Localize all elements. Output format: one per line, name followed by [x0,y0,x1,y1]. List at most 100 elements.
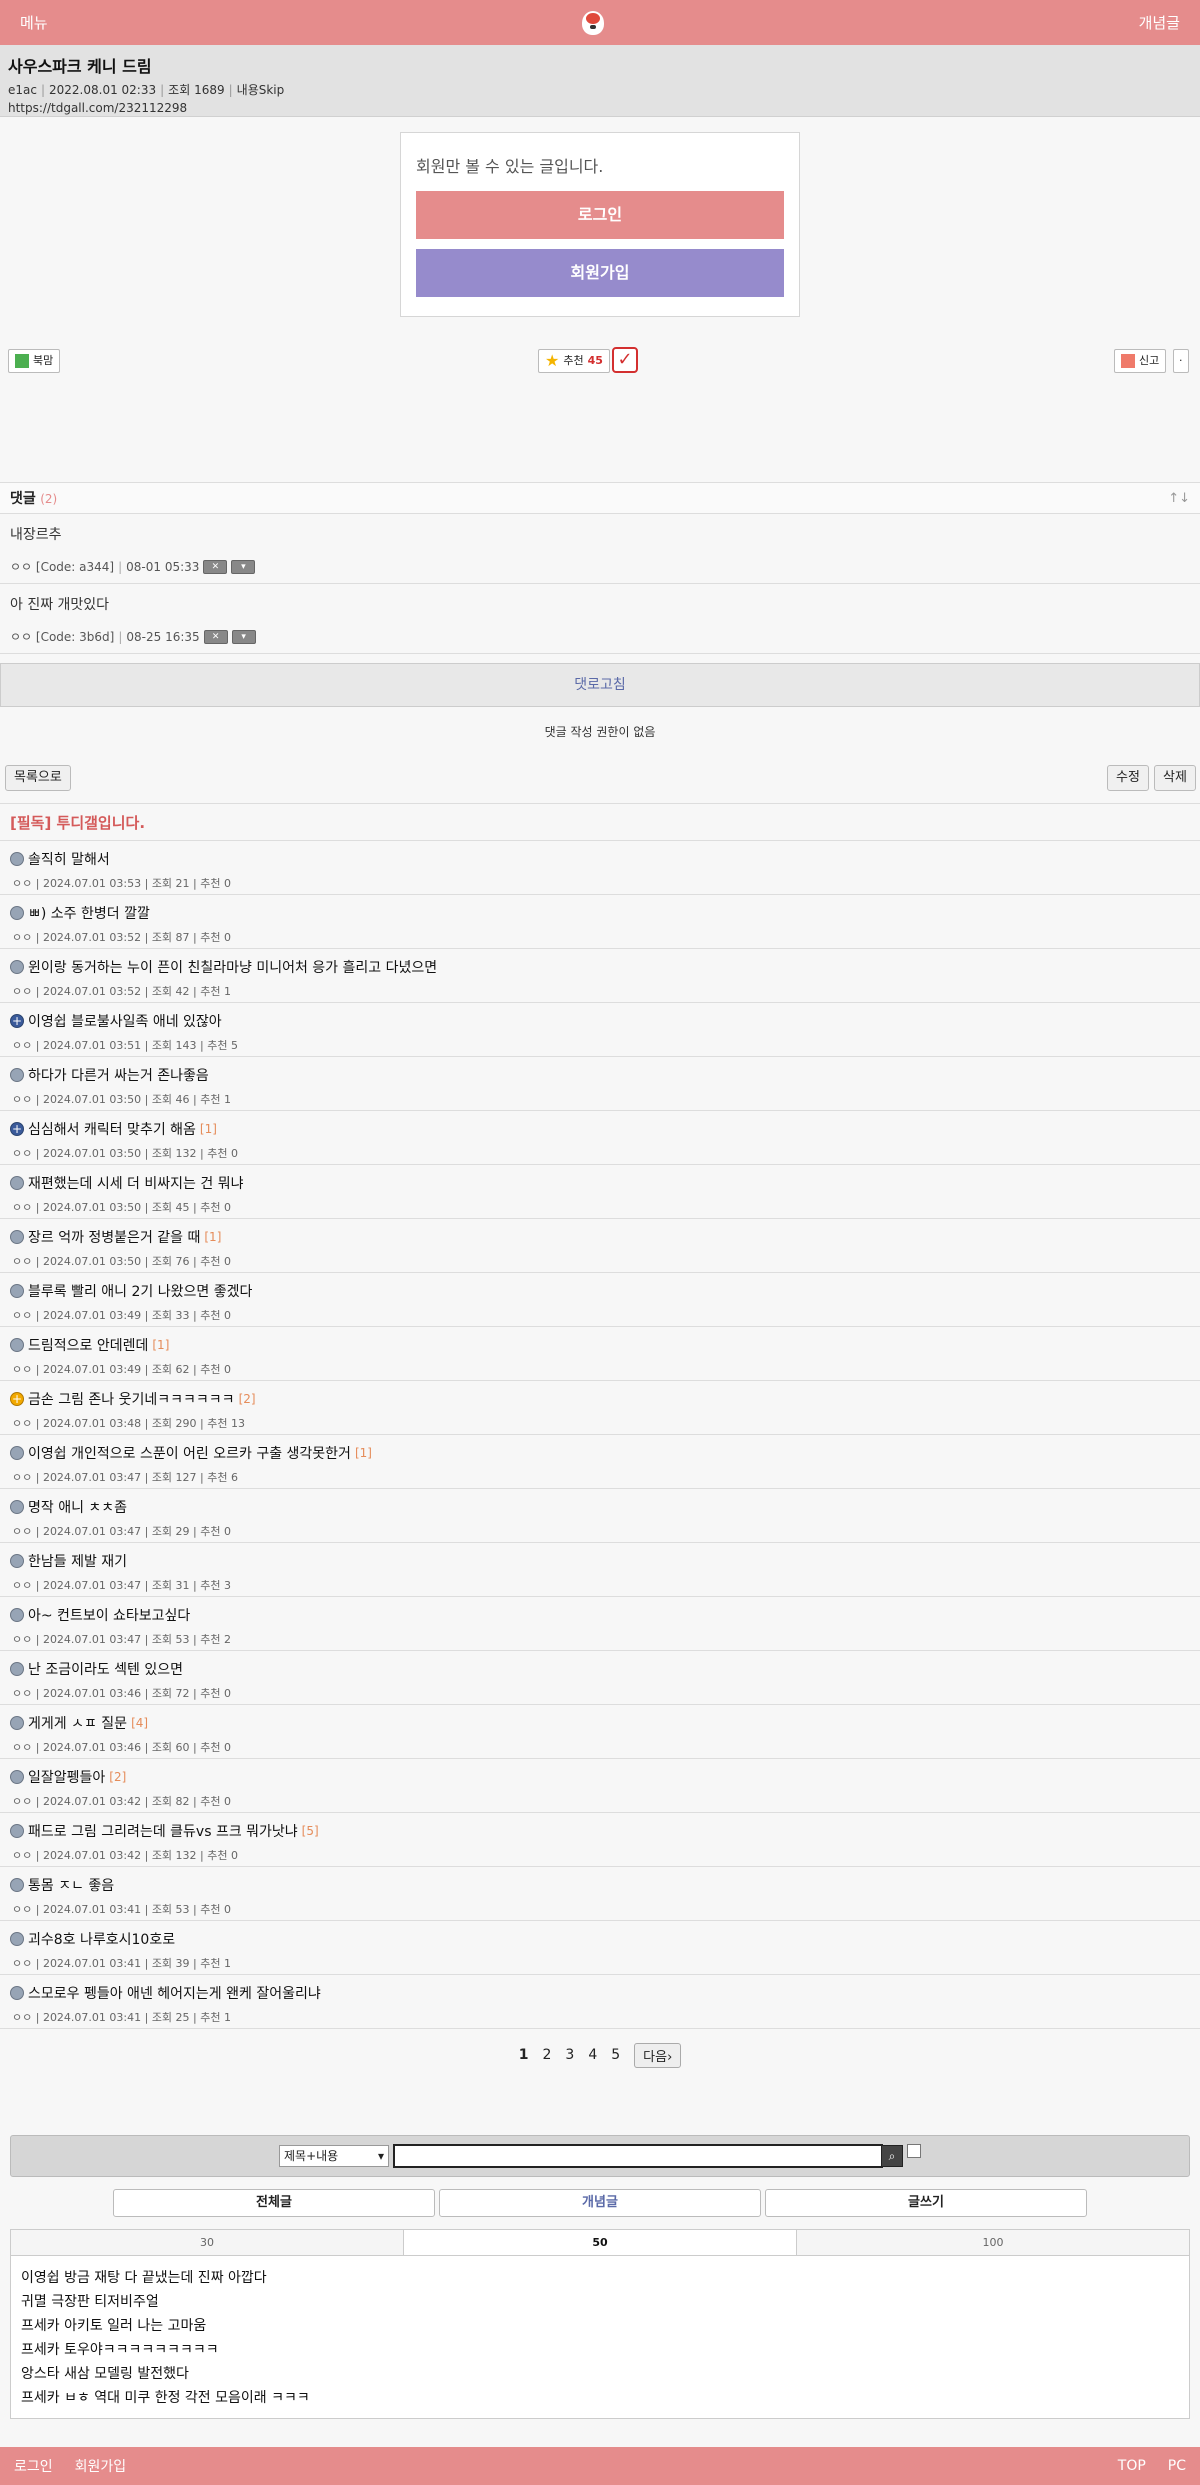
recent-item[interactable]: 앙스타 새삼 모델링 발전했다 [21,2362,1179,2386]
post-url[interactable]: https://tdgall.com/232112298 [8,99,1192,117]
search-type-select[interactable]: 제목+내용 ▾ [279,2145,389,2167]
recommend-button[interactable]: ★ 추천 45 [538,349,610,373]
post-row-title[interactable]: 스모로우 펭들아 애넨 헤어지는게 왠케 잘어울리냐 [28,1983,321,2003]
post-row[interactable]: 장르 억까 정병붙은거 같을 때 [1] ㅇㅇ | 2024.07.01 03:50… [0,1219,1200,1273]
more-button[interactable]: · [1173,349,1189,373]
post-row-title[interactable]: 패드로 그림 그리려는데 클듀vs 프크 뭐가낫냐 [28,1821,298,1841]
post-row[interactable]: 난 조금이라도 섹텐 있으면 ㅇㅇ | 2024.07.01 03:46 | 조회… [0,1651,1200,1705]
check-icon[interactable]: ✓ [612,347,638,373]
post-row-title[interactable]: 괴수8호 나루호시10호로 [28,1929,175,1949]
tab-best-posts[interactable]: 개념글 [439,2189,761,2217]
post-row-title[interactable]: 심심해서 캐릭터 맞추기 해옴 [28,1119,196,1139]
page-link[interactable]: 5 [611,2047,620,2063]
back-to-list-button[interactable]: 목록으로 [5,765,71,791]
post-row-title[interactable]: 이영쉽 블로불사일족 애네 있잖아 [28,1011,222,1031]
post-row-title[interactable]: 난 조금이라도 섹텐 있으면 [28,1659,183,1679]
scroll-top-link[interactable]: TOP [1118,2458,1146,2474]
post-row-meta: ㅇㅇ | 2024.07.01 03:47 | 조회 29 | 추천 0 [12,1525,231,1538]
post-title-line: 드림적으로 안데렌데 [1] [10,1335,1190,1355]
post-row-title[interactable]: 블루록 빨리 애니 2기 나왔으면 좋겠다 [28,1281,252,1301]
post-row[interactable]: 통몸 ㅈㄴ 좋음 ㅇㅇ | 2024.07.01 03:41 | 조회 53 | … [0,1867,1200,1921]
recent-tabs: 30 50 100 [11,2230,1189,2256]
delete-comment-icon[interactable]: ✕ [203,629,228,644]
recent-tab-50[interactable]: 50 [404,2230,797,2255]
post-row-title[interactable]: 장르 억까 정병붙은거 같을 때 [28,1227,200,1247]
page-link[interactable]: 3 [565,2047,574,2063]
post-row[interactable]: 드림적으로 안데렌데 [1] ㅇㅇ | 2024.07.01 03:49 | 조회 … [0,1327,1200,1381]
post-row[interactable]: + 금손 그림 존나 웃기네ㅋㅋㅋㅋㅋㅋ [2] ㅇㅇ | 2024.07.01 03… [0,1381,1200,1435]
post-row-title[interactable]: 아~ 컨트보이 쇼타보고싶다 [28,1605,190,1625]
page-link[interactable]: 4 [588,2047,597,2063]
post-row[interactable]: ㅃ) 소주 한병더 깔깔 ㅇㅇ | 2024.07.01 03:52 | 조회 8… [0,895,1200,949]
post-row-meta: ㅇㅇ | 2024.07.01 03:47 | 조회 127 | 추천 6 [12,1471,238,1484]
recent-tab-100[interactable]: 100 [797,2230,1189,2255]
post-row-title[interactable]: 통몸 ㅈㄴ 좋음 [28,1875,114,1895]
site-logo-icon[interactable] [582,10,605,35]
pc-version-link[interactable]: PC [1168,2458,1186,2474]
post-author[interactable]: e1ac [8,83,37,97]
edit-button[interactable]: 수정 [1107,765,1149,791]
recent-tab-30[interactable]: 30 [11,2230,404,2255]
best-posts-link[interactable]: 개념글 [1139,12,1180,33]
post-row-title[interactable]: 명작 애니 ㅊㅊ좀 [28,1497,127,1517]
bookmark-button[interactable]: 북맘 [8,349,61,373]
post-row-title[interactable]: 게게게 ㅅㅍ 질문 [28,1713,127,1733]
signup-button[interactable]: 회원가입 [416,249,784,297]
post-row-title[interactable]: 솔직히 말해서 [28,849,110,869]
menu-link[interactable]: 메뉴 [20,12,48,33]
post-row[interactable]: 아~ 컨트보이 쇼타보고싶다 ㅇㅇ | 2024.07.01 03:47 | 조회… [0,1597,1200,1651]
post-row[interactable]: 명작 애니 ㅊㅊ좀 ㅇㅇ | 2024.07.01 03:47 | 조회 29 |… [0,1489,1200,1543]
post-row[interactable]: 일잘알펭들아 [2] ㅇㅇ | 2024.07.01 03:42 | 조회 82 |… [0,1759,1200,1813]
post-row-title[interactable]: 이영쉽 개인적으로 스푼이 어린 오르카 구출 생각못한거 [28,1443,351,1463]
report-button[interactable]: 신고 [1114,349,1167,373]
comment-refresh-button[interactable]: 댓로고침 [0,663,1200,707]
comment-meta: ㅇㅇ [Code: a344] | 08-01 05:33 ✕ ▾ [10,558,1190,575]
post-row[interactable]: + 이영쉽 블로불사일족 애네 있잖아 ㅇㅇ | 2024.07.01 03:51 … [0,1003,1200,1057]
post-row[interactable]: 윈이랑 동거하는 누이 픈이 친칠라마냥 미니어처 응가 흘리고 다녔으면 ㅇㅇ … [0,949,1200,1003]
reply-comment-icon[interactable]: ▾ [231,629,256,644]
post-row[interactable]: 블루록 빨리 애니 2기 나왔으면 좋겠다 ㅇㅇ | 2024.07.01 03:… [0,1273,1200,1327]
post-row-title[interactable]: 재편했는데 시세 더 비싸지는 건 뭐냐 [28,1173,243,1193]
page-link[interactable]: 2 [542,2047,551,2063]
tab-all-posts[interactable]: 전체글 [113,2189,435,2217]
login-button[interactable]: 로그인 [416,191,784,239]
post-row[interactable]: 하다가 다른거 싸는거 존나좋음 ㅇㅇ | 2024.07.01 03:50 | … [0,1057,1200,1111]
post-row-title[interactable]: 한남들 제발 재기 [28,1551,127,1571]
post-row[interactable]: 이영쉽 개인적으로 스푼이 어린 오르카 구출 생각못한거 [1] ㅇㅇ | 202… [0,1435,1200,1489]
post-row[interactable]: 스모로우 펭들아 애넨 헤어지는게 왠케 잘어울리냐 ㅇㅇ | 2024.07.0… [0,1975,1200,2029]
post-row-title[interactable]: 일잘알펭들아 [28,1767,105,1787]
footer-login-link[interactable]: 로그인 [14,2456,53,2476]
recent-item[interactable]: 프세카 토우야ㅋㅋㅋㅋㅋㅋㅋㅋㅋ [21,2338,1179,2362]
search-input[interactable] [393,2144,883,2168]
recent-item[interactable]: 프세카 아키토 일러 나는 고마움 [21,2314,1179,2338]
post-row[interactable]: 재편했는데 시세 더 비싸지는 건 뭐냐 ㅇㅇ | 2024.07.01 03:5… [0,1165,1200,1219]
recent-item[interactable]: 이영쉽 방금 재탕 다 끝냈는데 진짜 아깝다 [21,2266,1179,2290]
post-row-title[interactable]: 금손 그림 존나 웃기네ㅋㅋㅋㅋㅋㅋ [28,1389,235,1409]
post-row-title[interactable]: 드림적으로 안데렌데 [28,1335,148,1355]
delete-comment-icon[interactable]: ✕ [203,559,228,574]
post-row-title[interactable]: 윈이랑 동거하는 누이 픈이 친칠라마냥 미니어처 응가 흘리고 다녔으면 [28,957,437,977]
recent-item[interactable]: 프세카 ㅂㅎ 역대 미쿠 한정 각전 모음이래 ㅋㅋㅋ [21,2386,1179,2410]
sort-arrows-icon[interactable]: ↑↓ [1168,491,1190,506]
search-icon[interactable]: ⌕ [881,2145,903,2167]
post-row-title[interactable]: ㅃ) 소주 한병더 깔깔 [28,903,150,923]
footer-signup-link[interactable]: 회원가입 [75,2456,127,2476]
post-row[interactable]: 괴수8호 나루호시10호로 ㅇㅇ | 2024.07.01 03:41 | 조회 … [0,1921,1200,1975]
next-page-button[interactable]: 다음› [634,2042,682,2068]
skip-content-link[interactable]: 내용Skip [237,83,285,97]
post-title-line: + 이영쉽 블로불사일족 애네 있잖아 [10,1011,1190,1031]
post-row[interactable]: + 심심해서 캐릭터 맞추기 해옴 [1] ㅇㅇ | 2024.07.01 03:50… [0,1111,1200,1165]
reply-comment-icon[interactable]: ▾ [231,559,256,574]
recent-item[interactable]: 귀멸 극장판 티저비주얼 [21,2290,1179,2314]
post-row[interactable]: 한남들 제발 재기 ㅇㅇ | 2024.07.01 03:47 | 조회 31 |… [0,1543,1200,1597]
page-link[interactable]: 1 [519,2047,529,2063]
search-option-checkbox[interactable] [907,2144,921,2158]
post-row-title[interactable]: 하다가 다른거 싸는거 존나좋음 [28,1065,209,1085]
write-post-button[interactable]: 글쓰기 [765,2189,1087,2217]
delete-button[interactable]: 삭제 [1154,765,1196,791]
notice-post-link[interactable]: [필독] 투디갤입니다. [0,803,1200,841]
post-row[interactable]: 게게게 ㅅㅍ 질문 [4] ㅇㅇ | 2024.07.01 03:46 | 조회 6… [0,1705,1200,1759]
post-row[interactable]: 솔직히 말해서 ㅇㅇ | 2024.07.01 03:53 | 조회 21 | 추… [0,841,1200,895]
text-post-icon [10,1878,24,1892]
post-row[interactable]: 패드로 그림 그리려는데 클듀vs 프크 뭐가낫냐 [5] ㅇㅇ | 2024.07… [0,1813,1200,1867]
